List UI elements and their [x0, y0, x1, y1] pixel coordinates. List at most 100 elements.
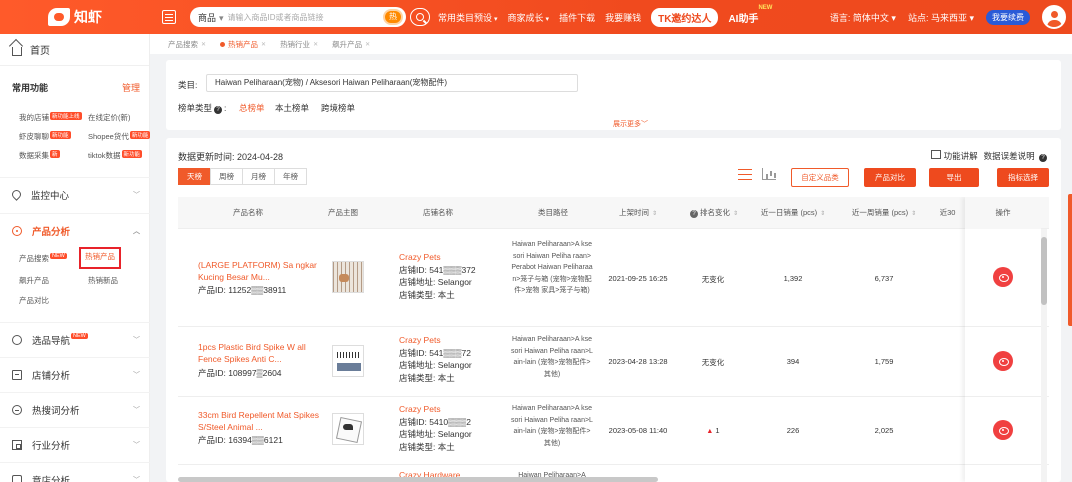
category-path: Haiwan Peliharaan>A ksesori Haiwan Pelih…	[511, 336, 593, 378]
sales-1d: 226	[786, 426, 800, 435]
vertical-scrollbar[interactable]	[1041, 229, 1047, 482]
col-sales-1d[interactable]: 近一日销量 (pcs) ⇕	[748, 197, 838, 229]
new-feature-badge: 新功能	[129, 131, 151, 139]
table-row: 1pcs Plastic Bird Spike W all Fence Spik…	[178, 327, 1049, 397]
sidebar-item-monitor[interactable]: 监控中心 ﹀	[0, 177, 150, 211]
search-button[interactable]	[410, 8, 430, 26]
product-search-box[interactable]: 商品 ▾ 请输入商品ID或者商品链接 热	[190, 7, 406, 27]
sub-item-rising-products[interactable]: 飙升产品	[19, 275, 49, 286]
period-year-button[interactable]: 年榜	[274, 168, 307, 185]
nav-category-preset[interactable]: 常用类目预设 ▾	[438, 11, 498, 24]
common-link-online-pricing[interactable]: 在线定价(新)	[88, 112, 131, 123]
indicator-select-button[interactable]: 指标选择	[997, 168, 1049, 187]
tk-invite-button[interactable]: TK邀约达人	[651, 7, 719, 27]
manage-link[interactable]: 管理	[122, 81, 140, 94]
table-row: 33cm Bird Repellent Mat Spikes S/Steel A…	[178, 397, 1049, 465]
col-sales-30d[interactable]: 近30	[930, 197, 965, 229]
sidebar-item-hot-search[interactable]: 热搜词分析 ﹀	[0, 392, 150, 426]
close-icon[interactable]: ✕	[261, 41, 266, 48]
store-type: 店铺类型: 本土	[399, 372, 455, 383]
sub-item-hot-new-products[interactable]: 热销新品	[88, 275, 118, 286]
period-week-button[interactable]: 周榜	[210, 168, 243, 185]
search-type-select[interactable]: 商品 ▾	[198, 11, 228, 24]
show-more-link[interactable]: 展示更多﹀	[613, 119, 648, 129]
nav-earn-money[interactable]: 我要赚钱	[605, 11, 641, 24]
data-updated-time: 数据更新时间: 2024-04-28	[178, 152, 284, 162]
sidebar-item-home[interactable]: 首页	[0, 34, 149, 66]
sub-item-hot-products[interactable]: 热销产品	[79, 247, 121, 269]
store-icon	[12, 369, 22, 380]
sidebar-item-label: 竞店分析	[32, 475, 71, 482]
view-detail-eye-icon[interactable]	[993, 351, 1013, 371]
view-detail-eye-icon[interactable]	[993, 420, 1013, 440]
store-id: 店铺ID: 5410▒▒▒2	[399, 416, 471, 427]
category-select[interactable]: Haiwan Peliharaan(宠物) / Aksesori Haiwan …	[206, 74, 578, 92]
close-icon[interactable]: ✕	[365, 41, 370, 48]
store-id: 店铺ID: 541▒▒▒72	[399, 347, 471, 358]
nav-merchant-growth[interactable]: 商家成长 ▾	[508, 11, 550, 24]
hot-icon[interactable]: 热	[383, 9, 403, 25]
tab-product-search[interactable]: 产品搜索 ✕	[164, 37, 210, 52]
sidebar-item-industry[interactable]: 行业分析 ﹀	[0, 427, 150, 461]
common-link-shopee-chat[interactable]: 虾皮聊聊 新功能	[19, 131, 71, 142]
scrollbar-thumb[interactable]	[1041, 237, 1047, 305]
industry-icon	[12, 439, 22, 450]
rank-option-crossborder[interactable]: 跨境榜单	[321, 102, 355, 114]
sales-7d: 6,737	[874, 274, 894, 283]
search-input[interactable]: 请输入商品ID或者商品链接	[228, 12, 383, 23]
side-floating-tab[interactable]	[1068, 194, 1072, 326]
language-select[interactable]: 语言: 简体中文 ▾	[830, 11, 896, 24]
sidebar-item-store-analysis[interactable]: 店铺分析 ﹀	[0, 357, 150, 391]
compass-icon	[12, 334, 22, 345]
store-name-link[interactable]: Crazy Pets	[399, 403, 472, 416]
store-name-link[interactable]: Crazy Pets	[399, 251, 476, 264]
product-thumbnail[interactable]	[332, 413, 364, 445]
store-name-link[interactable]: Crazy Pets	[399, 334, 472, 347]
col-listed-time[interactable]: 上架时间 ⇕	[598, 197, 678, 229]
rank-option-local[interactable]: 本土榜单	[275, 102, 309, 114]
common-link-tiktok-data[interactable]: tiktok数据 新功能	[88, 150, 143, 161]
col-sales-7d[interactable]: 近一周销量 (pcs) ⇕	[838, 197, 930, 229]
close-icon[interactable]: ✕	[201, 41, 206, 48]
logo[interactable]: 知虾	[0, 7, 150, 27]
chevron-down-icon: ﹀	[133, 371, 140, 379]
sidebar-item-competitor[interactable]: 竞店分析 ﹀	[0, 462, 150, 482]
tab-hot-products[interactable]: 热销产品 ✕	[216, 37, 270, 52]
export-button[interactable]: 导出	[929, 168, 979, 187]
close-icon[interactable]: ✕	[313, 41, 318, 48]
product-compare-button[interactable]: 产品对比	[864, 168, 916, 187]
product-name-link[interactable]: 33cm Bird Repellent Mat Spikes S/Steel A…	[198, 409, 330, 433]
sidebar-item-selection-nav[interactable]: 选品导航 NEW ﹀	[0, 322, 150, 356]
col-rank-change[interactable]: ? 排名变化 ⇕	[678, 197, 748, 229]
common-link-my-store[interactable]: 我的店铺 新功能上线	[19, 112, 82, 123]
product-name-link[interactable]: (LARGE PLATFORM) Sa ngkar Kucing Besar M…	[198, 259, 330, 283]
renew-button[interactable]: 我要续费	[986, 9, 1030, 25]
tab-rising-products[interactable]: 飙升产品 ✕	[328, 37, 374, 52]
user-avatar-icon[interactable]	[1042, 5, 1066, 29]
period-month-button[interactable]: 月榜	[242, 168, 275, 185]
list-view-icon[interactable]	[738, 168, 752, 180]
data-error-link[interactable]: 数据误差说明 ?	[984, 150, 1049, 162]
product-thumbnail[interactable]	[332, 345, 364, 377]
common-link-data-collect[interactable]: 数据采集新	[19, 150, 60, 161]
ai-assistant-link[interactable]: AI助手 NEW	[728, 5, 772, 25]
sub-item-product-search[interactable]: 产品搜索 NEW	[19, 253, 67, 264]
help-icon[interactable]: ?	[214, 106, 223, 114]
chart-view-icon[interactable]	[762, 168, 776, 180]
function-explain-link[interactable]: 功能讲解	[931, 150, 978, 162]
product-name-link[interactable]: 1pcs Plastic Bird Spike W all Fence Spik…	[198, 341, 330, 365]
period-day-button[interactable]: 天榜	[178, 168, 211, 185]
site-select[interactable]: 站点: 马来西亚 ▾	[908, 11, 974, 24]
rank-option-total[interactable]: 总榜单	[239, 102, 265, 114]
custom-category-button[interactable]: 自定义品类	[791, 168, 849, 187]
common-link-shopee-forwarder[interactable]: Shopee货代 新功能	[88, 131, 151, 142]
sub-item-product-compare[interactable]: 产品对比	[19, 295, 49, 306]
horizontal-scrollbar[interactable]	[178, 477, 658, 482]
tab-hot-industry[interactable]: 热销行业 ✕	[276, 37, 322, 52]
sidebar-item-label: 店铺分析	[32, 370, 71, 382]
nav-plugin-download[interactable]: 插件下载	[559, 11, 595, 24]
menu-toggle-icon[interactable]	[162, 10, 176, 24]
sidebar-item-product-analysis[interactable]: 产品分析 ︿	[0, 213, 150, 247]
product-thumbnail[interactable]	[332, 261, 364, 293]
view-detail-eye-icon[interactable]	[993, 267, 1013, 287]
